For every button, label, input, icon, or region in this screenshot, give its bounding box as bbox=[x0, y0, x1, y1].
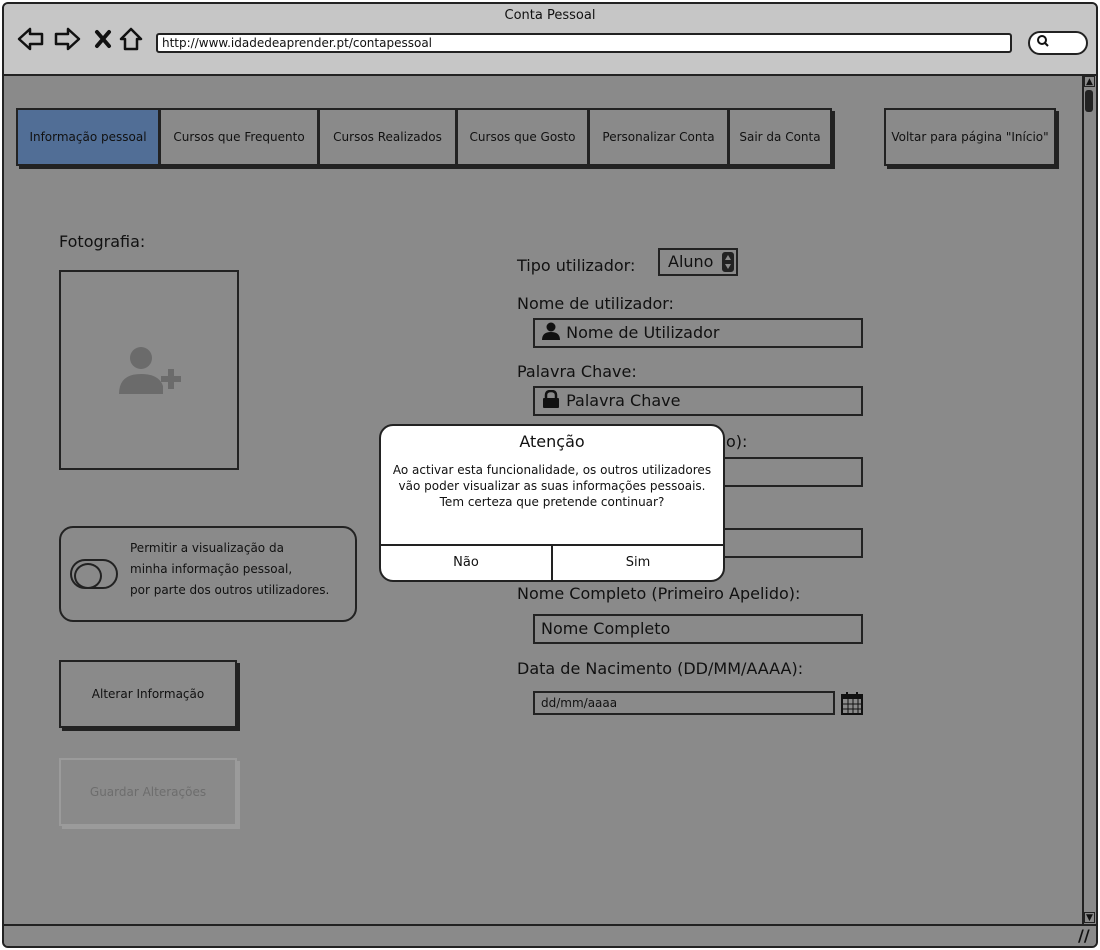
privacy-toggle-label: Permitir a visualização da minha informa… bbox=[130, 538, 329, 601]
scroll-down-icon[interactable]: ▼ bbox=[1084, 912, 1095, 923]
username-label: Nome de utilizador: bbox=[517, 294, 674, 313]
privacy-label-line3: por parte dos outros utilizadores. bbox=[130, 583, 330, 597]
address-bar[interactable]: http://www.idadedeaprender.pt/contapesso… bbox=[156, 33, 1012, 53]
status-bar bbox=[4, 924, 1096, 946]
dialog-yes-button[interactable]: Sim bbox=[553, 546, 723, 580]
dialog-message-line1: Ao activar esta funcionalidade, os outro… bbox=[392, 463, 712, 477]
search-field[interactable] bbox=[1028, 31, 1088, 55]
dialog-message-line2: vão poder visualizar as suas informações… bbox=[398, 479, 706, 493]
add-user-icon bbox=[115, 344, 185, 404]
tab-cursos-que-gosto[interactable]: Cursos que Gosto bbox=[456, 108, 589, 166]
dialog-message-line3: Tem certeza que pretende continuar? bbox=[439, 495, 665, 509]
photo-upload[interactable] bbox=[59, 270, 239, 470]
home-icon[interactable] bbox=[116, 26, 146, 59]
calendar-icon[interactable] bbox=[841, 691, 863, 719]
close-icon[interactable] bbox=[88, 26, 118, 59]
back-home-button[interactable]: Voltar para página "Início" bbox=[884, 108, 1056, 166]
dialog-title: Atenção bbox=[519, 432, 585, 451]
privacy-label-line1: Permitir a visualização da bbox=[130, 541, 284, 555]
privacy-toggle[interactable] bbox=[70, 559, 118, 589]
lock-icon bbox=[541, 389, 561, 416]
forward-arrow-icon[interactable] bbox=[52, 26, 82, 59]
tab-cursos-realizados[interactable]: Cursos Realizados bbox=[318, 108, 457, 166]
browser-window: Conta Pessoal http://www.idadedeaprender… bbox=[2, 2, 1098, 948]
tab-personalizar-conta[interactable]: Personalizar Conta bbox=[588, 108, 729, 166]
resize-grip-icon[interactable]: // bbox=[1078, 928, 1090, 944]
toggle-knob bbox=[74, 563, 102, 589]
username-placeholder: Nome de Utilizador bbox=[566, 323, 720, 342]
window-title: Conta Pessoal bbox=[504, 8, 596, 23]
birthdate-field[interactable]: dd/mm/aaaa bbox=[533, 691, 835, 715]
tab-cursos-que-frequento[interactable]: Cursos que Frequento bbox=[159, 108, 319, 166]
browser-toolbar: Conta Pessoal http://www.idadedeaprender… bbox=[4, 4, 1096, 76]
password-placeholder: Palavra Chave bbox=[566, 391, 681, 410]
vertical-scrollbar[interactable] bbox=[1082, 76, 1096, 926]
back-arrow-icon[interactable] bbox=[16, 26, 46, 59]
photo-label: Fotografia: bbox=[59, 232, 146, 251]
password-field[interactable]: Palavra Chave bbox=[533, 386, 863, 416]
scrollbar-thumb[interactable] bbox=[1085, 90, 1093, 112]
dialog-no-button[interactable]: Não bbox=[381, 546, 551, 580]
fullname-field[interactable]: Nome Completo bbox=[533, 614, 863, 644]
scroll-up-icon[interactable]: ▲ bbox=[1084, 76, 1095, 87]
fullname-label: Nome Completo (Primeiro Apelido): bbox=[517, 584, 801, 603]
user-type-select[interactable]: Aluno bbox=[658, 248, 738, 276]
confirmation-dialog: Atenção Ao activar esta funcionalidade, … bbox=[379, 424, 725, 582]
privacy-label-line2: minha informação pessoal, bbox=[130, 562, 293, 576]
tab-informacao-pessoal[interactable]: Informação pessoal bbox=[16, 108, 160, 166]
birthdate-label: Data de Nacimento (DD/MM/AAAA): bbox=[517, 659, 804, 678]
hidden-field-label: o): bbox=[726, 432, 748, 451]
search-icon bbox=[1036, 34, 1050, 52]
user-icon bbox=[541, 322, 561, 348]
tab-sair-da-conta[interactable]: Sair da Conta bbox=[728, 108, 832, 166]
password-label: Palavra Chave: bbox=[517, 362, 637, 381]
stepper-arrows-icon bbox=[722, 252, 734, 272]
username-field[interactable]: Nome de Utilizador bbox=[533, 318, 863, 348]
save-changes-button[interactable]: Guardar Alterações bbox=[59, 758, 237, 826]
dialog-message: Ao activar esta funcionalidade, os outro… bbox=[389, 462, 715, 510]
edit-info-button[interactable]: Alterar Informação bbox=[59, 660, 237, 728]
user-type-label: Tipo utilizador: bbox=[517, 256, 636, 275]
user-type-value: Aluno bbox=[668, 252, 714, 271]
